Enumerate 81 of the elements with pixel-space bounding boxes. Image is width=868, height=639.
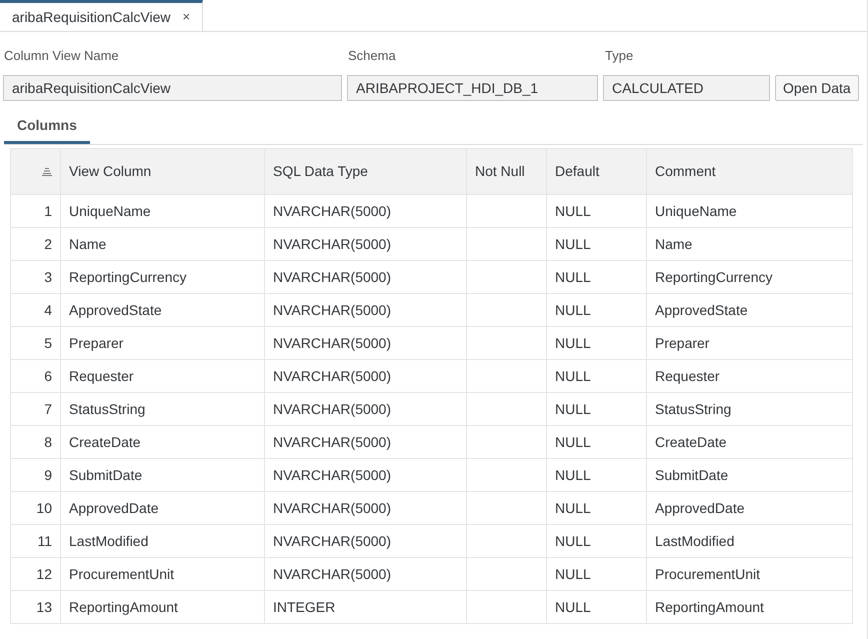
column-header[interactable]: Default [547, 149, 647, 195]
table-cell: StatusString [61, 393, 265, 426]
table-cell: NVARCHAR(5000) [265, 426, 467, 459]
row-number: 6 [11, 360, 61, 393]
table-cell: NVARCHAR(5000) [265, 195, 467, 228]
table-cell: NVARCHAR(5000) [265, 492, 467, 525]
table-cell: ApprovedDate [647, 492, 853, 525]
row-number: 10 [11, 492, 61, 525]
field-label: Column View Name [4, 48, 119, 63]
table-cell: NULL [547, 360, 647, 393]
sort-icon[interactable] [42, 168, 52, 176]
table-cell: NULL [547, 591, 647, 624]
table-cell: UniqueName [647, 195, 853, 228]
column-header[interactable]: Not Null [467, 149, 547, 195]
table-cell: NVARCHAR(5000) [265, 525, 467, 558]
field-label: Type [605, 48, 634, 63]
table-cell: CreateDate [647, 426, 853, 459]
table-cell: NVARCHAR(5000) [265, 228, 467, 261]
table-cell: LastModified [647, 525, 853, 558]
table-cell: NULL [547, 459, 647, 492]
table-cell: Preparer [647, 327, 853, 360]
row-number: 2 [11, 228, 61, 261]
column-header[interactable]: View Column [61, 149, 265, 195]
table-cell: ProcurementUnit [647, 558, 853, 591]
table-cell: ReportingAmount [61, 591, 265, 624]
table-cell: INTEGER [265, 591, 467, 624]
row-number: 8 [11, 426, 61, 459]
table-cell: NVARCHAR(5000) [265, 558, 467, 591]
row-number: 4 [11, 294, 61, 327]
table-cell: Preparer [61, 327, 265, 360]
close-icon[interactable]: × [182, 7, 190, 27]
table-cell: NVARCHAR(5000) [265, 327, 467, 360]
table-cell: ApprovedDate [61, 492, 265, 525]
column-header[interactable]: Comment [647, 149, 853, 195]
row-number: 12 [11, 558, 61, 591]
table-cell: LastModified [61, 525, 265, 558]
row-number: 13 [11, 591, 61, 624]
table-cell: NULL [547, 393, 647, 426]
field-label: Schema [348, 48, 396, 63]
editor-tab[interactable]: aribaRequisitionCalcView × [0, 0, 204, 31]
open-data-button[interactable]: Open Data [775, 75, 859, 101]
table-cell: StatusString [647, 393, 853, 426]
table-cell: ProcurementUnit [61, 558, 265, 591]
table-cell: NULL [547, 492, 647, 525]
table-cell: ApprovedState [61, 294, 265, 327]
table-cell: NVARCHAR(5000) [265, 393, 467, 426]
readonly-field[interactable]: CALCULATED [603, 75, 770, 101]
section-tab[interactable]: Columns [4, 115, 90, 144]
table-cell: ReportingAmount [647, 591, 853, 624]
table-cell: NVARCHAR(5000) [265, 360, 467, 393]
table-cell: SubmitDate [61, 459, 265, 492]
table-cell: NVARCHAR(5000) [265, 459, 467, 492]
table-cell: Name [647, 228, 853, 261]
row-number: 5 [11, 327, 61, 360]
row-number: 11 [11, 525, 61, 558]
table-cell: ReportingCurrency [61, 261, 265, 294]
table-cell: NULL [547, 327, 647, 360]
table-cell: NULL [547, 261, 647, 294]
table-cell: UniqueName [61, 195, 265, 228]
table-cell: NULL [547, 558, 647, 591]
table-cell: SubmitDate [647, 459, 853, 492]
table-cell: NULL [547, 426, 647, 459]
row-number: 9 [11, 459, 61, 492]
table-cell: NULL [547, 195, 647, 228]
table-cell: ApprovedState [647, 294, 853, 327]
table-cell: ReportingCurrency [647, 261, 853, 294]
table-cell: NVARCHAR(5000) [265, 261, 467, 294]
table-cell: NULL [547, 228, 647, 261]
column-header[interactable]: SQL Data Type [265, 149, 467, 195]
table-cell: CreateDate [61, 426, 265, 459]
table-cell: Requester [647, 360, 853, 393]
table-cell: NULL [547, 294, 647, 327]
row-number: 3 [11, 261, 61, 294]
readonly-field[interactable]: aribaRequisitionCalcView [3, 75, 342, 101]
table-cell: Requester [61, 360, 265, 393]
row-number: 7 [11, 393, 61, 426]
table-cell: NULL [547, 525, 647, 558]
table-cell: NVARCHAR(5000) [265, 294, 467, 327]
table-cell: Name [61, 228, 265, 261]
row-number: 1 [11, 195, 61, 228]
readonly-field[interactable]: ARIBAPROJECT_HDI_DB_1 [347, 75, 598, 101]
